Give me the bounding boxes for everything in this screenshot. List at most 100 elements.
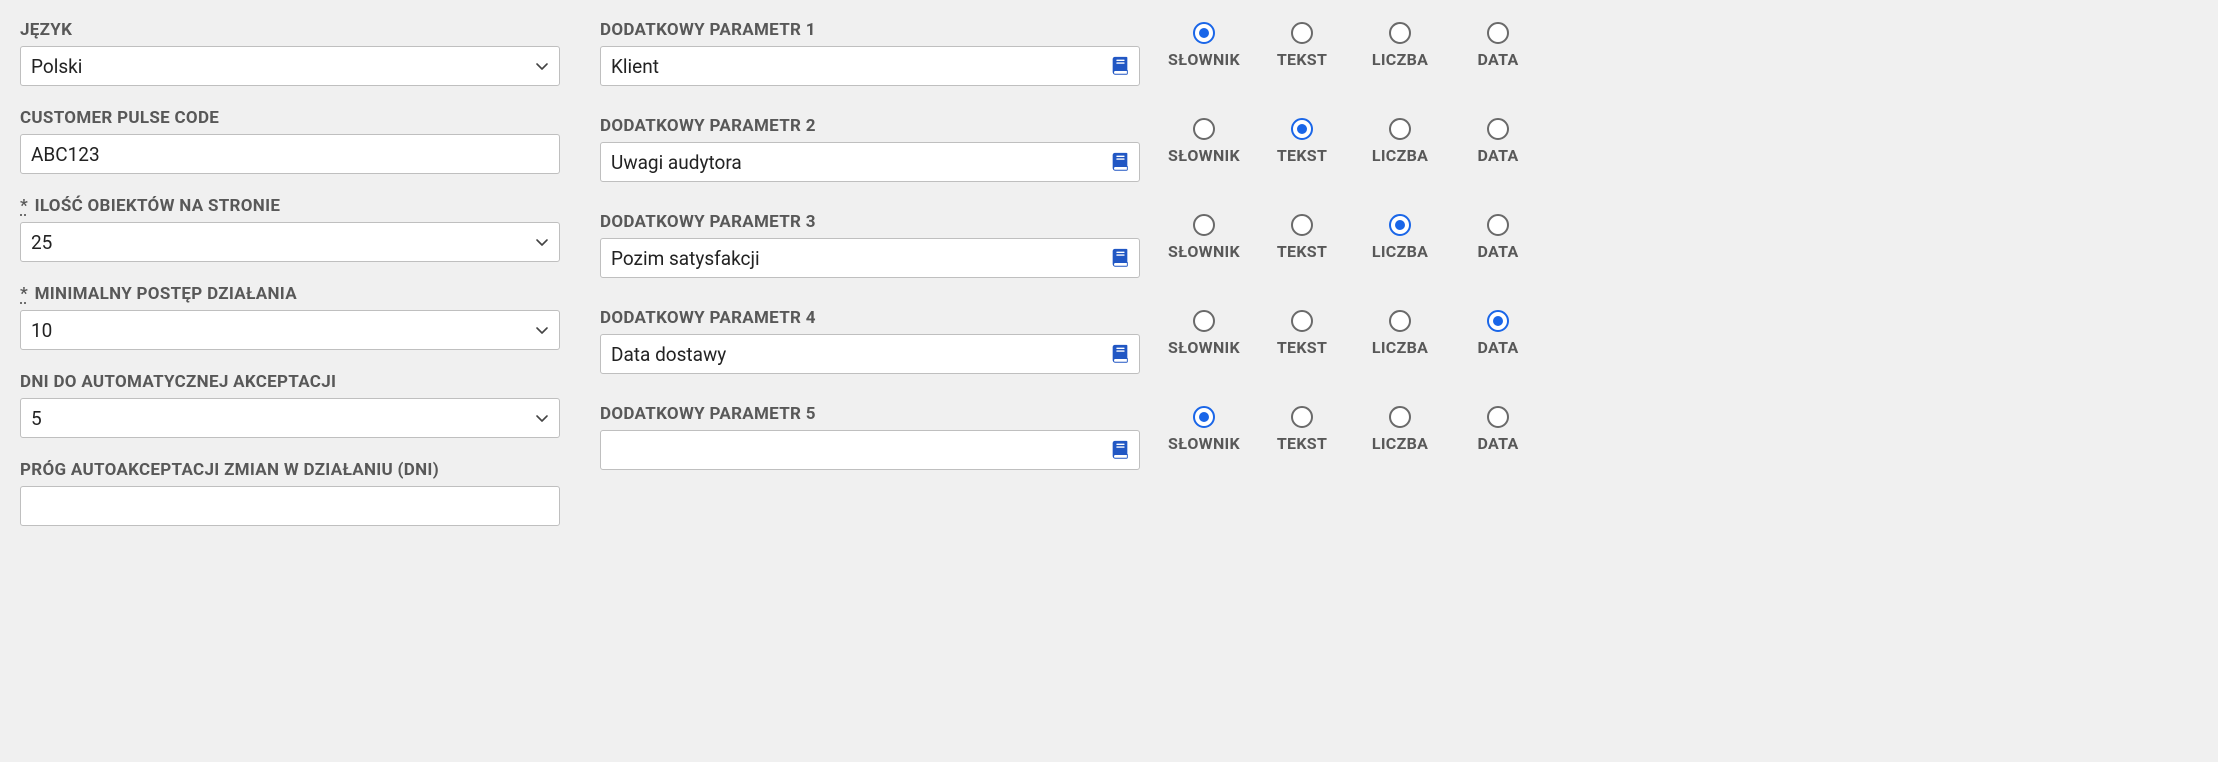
param-input[interactable] (600, 430, 1140, 470)
radio-button[interactable] (1193, 310, 1215, 332)
radio-label: TEKST (1277, 50, 1327, 69)
radio-option: LICZBA (1356, 22, 1444, 69)
radio-option: DATA (1454, 406, 1542, 453)
param-main: DODATKOWY PARAMETR 3 (600, 212, 1140, 278)
dictionary-button[interactable] (1106, 436, 1134, 464)
radio-button[interactable] (1487, 22, 1509, 44)
radio-button[interactable] (1193, 406, 1215, 428)
param-type-radio-group: SŁOWNIK TEKST LICZBADATA (1160, 20, 1542, 69)
radio-button[interactable] (1291, 406, 1313, 428)
book-icon (1109, 55, 1131, 77)
param-main: DODATKOWY PARAMETR 4 (600, 308, 1140, 374)
field-label: PRÓG AUTOAKCEPTACJI ZMIAN W DZIAŁANIU (D… (20, 460, 560, 480)
left-field-4: DNI DO AUTOMATYCZNEJ AKCEPTACJI (20, 372, 560, 438)
radio-button[interactable] (1291, 214, 1313, 236)
param-main: DODATKOWY PARAMETR 2 (600, 116, 1140, 182)
radio-option: LICZBA (1356, 118, 1444, 165)
radio-button[interactable] (1291, 310, 1313, 332)
radio-label: SŁOWNIK (1168, 242, 1240, 261)
radio-option: TEKST (1258, 406, 1346, 453)
radio-label: SŁOWNIK (1168, 338, 1240, 357)
radio-button[interactable] (1389, 214, 1411, 236)
dictionary-button[interactable] (1106, 340, 1134, 368)
field-label-text: MINIMALNY POSTĘP DZIAŁANIA (35, 284, 297, 304)
left-field-1: CUSTOMER PULSE CODE (20, 108, 560, 174)
param-input[interactable] (600, 238, 1140, 278)
radio-option: DATA (1454, 118, 1542, 165)
dictionary-button[interactable] (1106, 52, 1134, 80)
param-input[interactable] (600, 46, 1140, 86)
param-label: DODATKOWY PARAMETR 1 (600, 20, 1140, 40)
radio-option: LICZBA (1356, 214, 1444, 261)
radio-button[interactable] (1193, 22, 1215, 44)
radio-button[interactable] (1193, 214, 1215, 236)
radio-button[interactable] (1389, 406, 1411, 428)
param-row-2: DODATKOWY PARAMETR 2 SŁOWNIK TEKST LICZBA DA… (600, 116, 2198, 182)
select-input[interactable] (20, 310, 560, 350)
param-input[interactable] (600, 334, 1140, 374)
radio-label: TEKST (1277, 242, 1327, 261)
field-label: DNI DO AUTOMATYCZNEJ AKCEPTACJI (20, 372, 560, 392)
radio-option: TEKST (1258, 214, 1346, 261)
param-type-radio-group: SŁOWNIK TEKST LICZBA DATA (1160, 116, 1542, 165)
field-control (20, 486, 560, 526)
radio-option: TEKST (1258, 118, 1346, 165)
radio-label: DATA (1477, 338, 1518, 357)
radio-label: LICZBA (1372, 338, 1428, 357)
param-control (600, 46, 1140, 86)
param-input[interactable] (600, 142, 1140, 182)
radio-option: SŁOWNIK (1160, 22, 1248, 69)
radio-button[interactable] (1487, 118, 1509, 140)
radio-button[interactable] (1291, 118, 1313, 140)
radio-label: TEKST (1277, 338, 1327, 357)
radio-label: DATA (1477, 434, 1518, 453)
field-label: CUSTOMER PULSE CODE (20, 108, 560, 128)
radio-label: TEKST (1277, 146, 1327, 165)
radio-button[interactable] (1193, 118, 1215, 140)
radio-option: SŁOWNIK (1160, 214, 1248, 261)
radio-label: LICZBA (1372, 242, 1428, 261)
select-input[interactable] (20, 46, 560, 86)
field-control (20, 46, 560, 86)
select-input[interactable] (20, 398, 560, 438)
required-star: * (20, 284, 28, 304)
radio-button[interactable] (1487, 214, 1509, 236)
field-control (20, 134, 560, 174)
left-field-2: * ILOŚĆ OBIEKTÓW NA STRONIE (20, 196, 560, 262)
radio-label: SŁOWNIK (1168, 50, 1240, 69)
param-control (600, 238, 1140, 278)
field-label-text: CUSTOMER PULSE CODE (20, 108, 219, 128)
radio-label: SŁOWNIK (1168, 434, 1240, 453)
field-label-text: PRÓG AUTOAKCEPTACJI ZMIAN W DZIAŁANIU (D… (20, 460, 439, 480)
param-control (600, 430, 1140, 470)
radio-button[interactable] (1389, 118, 1411, 140)
field-label-text: JĘZYK (20, 20, 72, 40)
text-input[interactable] (20, 486, 560, 526)
param-label: DODATKOWY PARAMETR 3 (600, 212, 1140, 232)
field-control (20, 398, 560, 438)
dictionary-button[interactable] (1106, 244, 1134, 272)
radio-label: SŁOWNIK (1168, 146, 1240, 165)
select-input[interactable] (20, 222, 560, 262)
radio-button[interactable] (1291, 22, 1313, 44)
field-label: * ILOŚĆ OBIEKTÓW NA STRONIE (20, 196, 560, 216)
radio-button[interactable] (1389, 22, 1411, 44)
field-control (20, 222, 560, 262)
radio-option: SŁOWNIK (1160, 118, 1248, 165)
field-label: JĘZYK (20, 20, 560, 40)
param-control (600, 334, 1140, 374)
field-control (20, 310, 560, 350)
radio-button[interactable] (1389, 310, 1411, 332)
text-input[interactable] (20, 134, 560, 174)
dictionary-button[interactable] (1106, 148, 1134, 176)
radio-option: DATA (1454, 22, 1542, 69)
param-row-1: DODATKOWY PARAMETR 1 SŁOWNIK TEKST LICZBADA… (600, 20, 2198, 86)
radio-option: TEKST (1258, 22, 1346, 69)
param-main: DODATKOWY PARAMETR 1 (600, 20, 1140, 86)
radio-label: DATA (1477, 146, 1518, 165)
radio-button[interactable] (1487, 310, 1509, 332)
radio-button[interactable] (1487, 406, 1509, 428)
left-field-3: * MINIMALNY POSTĘP DZIAŁANIA (20, 284, 560, 350)
field-label-text: DNI DO AUTOMATYCZNEJ AKCEPTACJI (20, 372, 336, 392)
radio-option: TEKST (1258, 310, 1346, 357)
